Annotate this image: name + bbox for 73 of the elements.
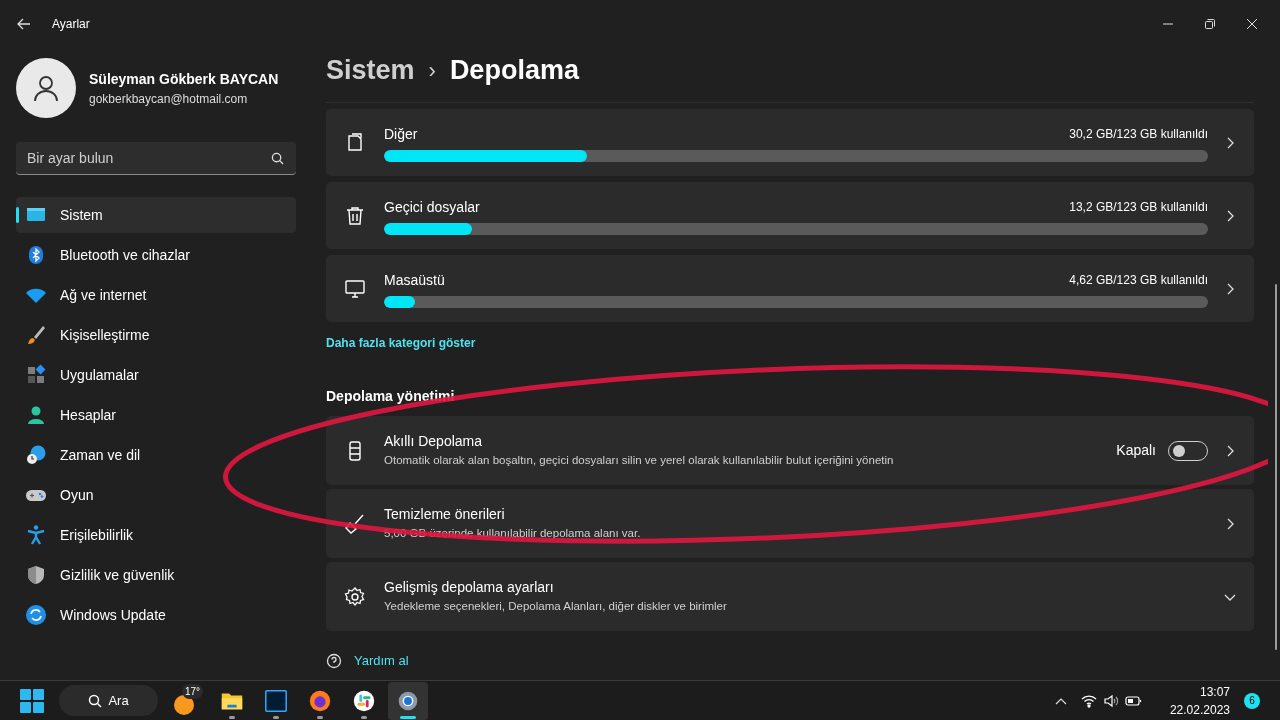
category-name: Masaüstü bbox=[384, 270, 445, 290]
restore-icon[interactable] bbox=[1204, 18, 1216, 30]
sidebar-item[interactable]: Sistem bbox=[16, 197, 296, 233]
storage-category-card[interactable]: Diğer 30,2 GB/123 GB kullanıldı bbox=[326, 109, 1254, 176]
running-indicator bbox=[273, 715, 279, 719]
category-name: Diğer bbox=[384, 124, 418, 144]
user-email: gokberkbaycan@hotmail.com bbox=[89, 90, 249, 108]
settings-card[interactable]: Akıllı Depolama Otomatik olarak alan boşaltın, geçici dosyaları silin ve yerel olarak kullanılabilir bulut içeriğini yönetin Kapalı bbox=[326, 416, 1254, 485]
battery-icon[interactable] bbox=[1124, 694, 1142, 707]
running-indicator bbox=[400, 715, 416, 719]
start-icon[interactable] bbox=[20, 688, 44, 713]
accessibility-icon bbox=[25, 524, 47, 546]
section-heading: Depolama yönetimi bbox=[326, 387, 456, 406]
sidebar-item[interactable]: Ağ ve internet bbox=[16, 277, 296, 313]
window-title: Ayarlar bbox=[52, 16, 90, 33]
refresh-icon bbox=[25, 604, 47, 626]
scrollbar[interactable] bbox=[1275, 284, 1277, 650]
globe-clock-icon bbox=[25, 444, 47, 466]
sidebar-item[interactable]: Kişiselleştirme bbox=[16, 317, 296, 353]
usage-text: 4,62 GB/123 GB kullanıldı bbox=[1069, 272, 1208, 289]
monitor-icon bbox=[344, 277, 366, 300]
back-arrow-icon[interactable] bbox=[16, 16, 32, 32]
running-indicator bbox=[317, 715, 323, 719]
wifi-icon[interactable] bbox=[1080, 693, 1097, 708]
settings-card[interactable]: Gelişmiş depolama ayarları Yedekleme seçenekleri, Depolama Alanları, diğer diskler ve birimler bbox=[326, 562, 1254, 631]
weather-widget[interactable]: 17° bbox=[172, 683, 206, 718]
help-link[interactable]: Yardım al bbox=[354, 651, 409, 671]
breadcrumb-separator: › bbox=[428, 56, 436, 85]
search-icon bbox=[88, 693, 103, 708]
running-indicator bbox=[229, 715, 235, 719]
sidebar-item[interactable]: Oyun bbox=[16, 477, 296, 513]
selection-indicator bbox=[16, 207, 19, 223]
clock-date[interactable]: 22.02.2023 bbox=[1169, 700, 1230, 719]
taskbar-app-button[interactable] bbox=[388, 681, 428, 720]
storage-category-card[interactable]: Masaüstü 4,62 GB/123 GB kullanıldı bbox=[326, 255, 1254, 322]
setting-title: Gelişmiş depolama ayarları bbox=[384, 578, 555, 598]
apps-icon bbox=[25, 364, 47, 386]
storage-category-card[interactable]: Geçici dosyalar 13,2 GB/123 GB kullanıldı bbox=[326, 182, 1254, 249]
brush-icon bbox=[25, 324, 47, 346]
breadcrumb-link[interactable]: Sistem bbox=[326, 49, 415, 91]
gear-icon bbox=[344, 585, 366, 608]
sidebar-item[interactable]: Erişilebilirlik bbox=[16, 517, 296, 553]
search-field[interactable]: Bir ayar bulun bbox=[16, 142, 296, 175]
usage-text: 13,2 GB/123 GB kullanıldı bbox=[1069, 199, 1208, 216]
page-title: Depolama bbox=[449, 53, 579, 87]
setting-description: Yedekleme seçenekleri, Depolama Alanları, diğer diskler ve birimler bbox=[384, 599, 728, 615]
speaker-icon[interactable] bbox=[1102, 693, 1119, 708]
setting-title: Akıllı Depolama bbox=[384, 432, 484, 452]
search-icon[interactable] bbox=[271, 152, 284, 165]
taskbar-search[interactable]: Ara bbox=[59, 685, 158, 716]
close-icon[interactable] bbox=[1246, 18, 1258, 30]
person-icon bbox=[32, 74, 60, 102]
shield-icon bbox=[25, 564, 47, 586]
trash-icon bbox=[344, 204, 366, 227]
toggle-state-label: Kapalı bbox=[1116, 441, 1156, 460]
sidebar-item[interactable]: Hesaplar bbox=[16, 397, 296, 433]
sidebar-item[interactable]: Bluetooth ve cihazlar bbox=[16, 237, 296, 273]
sidebar-item[interactable]: Uygulamalar bbox=[16, 357, 296, 393]
show-more-link[interactable]: Daha fazla kategori göster bbox=[326, 334, 1254, 352]
sidebar-item[interactable]: Windows Update bbox=[16, 597, 296, 633]
temperature: 17° bbox=[182, 683, 204, 699]
notification-badge[interactable]: 6 bbox=[1244, 692, 1260, 709]
person-icon bbox=[25, 404, 47, 426]
sidebar-item[interactable]: Zaman ve dil bbox=[16, 437, 296, 473]
help-icon bbox=[326, 652, 342, 669]
setting-description: Otomatik olarak alan boşaltın, geçici dosyaları silin ve yerel olarak kullanılabilir bulut içeriğini yönetin bbox=[384, 453, 895, 469]
usage-text: 30,2 GB/123 GB kullanıldı bbox=[1069, 126, 1208, 143]
running-indicator bbox=[361, 715, 367, 719]
clock-time[interactable]: 13:07 bbox=[1199, 682, 1230, 701]
category-name: Geçici dosyalar bbox=[384, 197, 480, 217]
setting-title: Temizleme önerileri bbox=[384, 505, 506, 525]
sidebar-item[interactable]: Gizlilik ve güvenlik bbox=[16, 557, 296, 593]
user-name: Süleyman Gökberk BAYCAN bbox=[89, 69, 279, 89]
